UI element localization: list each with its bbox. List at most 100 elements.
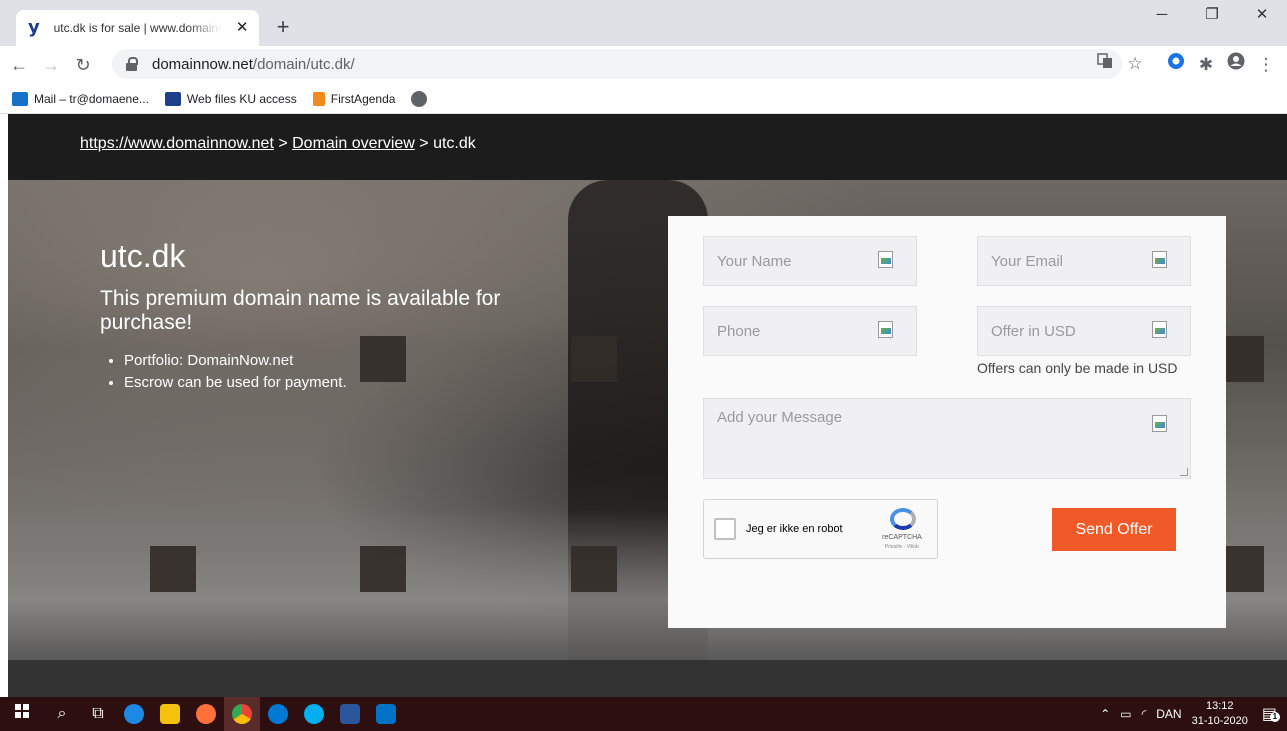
notification-count: 1 bbox=[1269, 712, 1280, 722]
search-icon[interactable]: ⌕ bbox=[44, 697, 80, 731]
decor-square bbox=[360, 336, 406, 382]
hero-bullets: Portfolio: DomainNow.net Escrow can be u… bbox=[124, 350, 347, 394]
browser-toolbar: ← → ↻ domainnow.net/domain/utc.dk/ ☆ ✱ ⋮ bbox=[0, 46, 1287, 84]
offer-currency-note: Offers can only be made in USD bbox=[977, 360, 1178, 376]
minimize-button[interactable]: ─ bbox=[1137, 0, 1187, 32]
domainnow-favicon-icon: y bbox=[28, 17, 40, 38]
message-field[interactable]: Add your Message bbox=[703, 398, 1191, 479]
tab-title: utc.dk is for sale | www.domainnow.net bbox=[53, 21, 222, 35]
file-explorer-icon[interactable] bbox=[152, 697, 188, 731]
skype-business-icon[interactable] bbox=[260, 697, 296, 731]
task-view-icon[interactable]: ⧉ bbox=[80, 697, 116, 731]
language-indicator[interactable]: DAN bbox=[1156, 707, 1181, 721]
back-arrow-icon[interactable]: ← bbox=[6, 52, 32, 78]
firefox-icon[interactable] bbox=[188, 697, 224, 731]
forward-arrow-icon[interactable]: → bbox=[38, 52, 64, 78]
breadcrumb-overview-link[interactable]: Domain overview bbox=[292, 135, 415, 152]
tab-close-icon[interactable]: ✕ bbox=[233, 19, 251, 37]
breadcrumb-current: utc.dk bbox=[433, 135, 476, 152]
profile-avatar-icon[interactable] bbox=[1221, 51, 1251, 79]
translate-icon[interactable] bbox=[1090, 50, 1120, 78]
firstagenda-icon bbox=[312, 91, 325, 106]
recaptcha-links[interactable]: Privatliv - Vilkår bbox=[872, 544, 932, 550]
word-icon[interactable] bbox=[332, 697, 368, 731]
decor-square bbox=[150, 546, 196, 592]
restore-button[interactable]: ❐ bbox=[1187, 0, 1237, 32]
email-field[interactable]: Your Email bbox=[977, 236, 1191, 286]
breadcrumb-separator: > bbox=[414, 135, 434, 152]
outlook-taskbar-icon[interactable] bbox=[368, 697, 404, 731]
bullet-portfolio: Portfolio: DomainNow.net bbox=[124, 350, 347, 372]
ku-icon bbox=[164, 91, 181, 106]
lock-icon[interactable] bbox=[126, 57, 138, 71]
bookmark-ku[interactable]: Web files KU access bbox=[164, 91, 297, 106]
windows-taskbar: ⌕ ⧉ ⌃ ▭ ◜ DAN 13:12 31-10-2020 ▤1 bbox=[0, 697, 1287, 731]
breadcrumb-bar: https://www.domainnow.net > Domain overv… bbox=[8, 114, 1287, 180]
resize-handle[interactable] bbox=[1180, 468, 1188, 476]
url-path: /domain/utc.dk/ bbox=[252, 55, 355, 73]
name-placeholder: Your Name bbox=[717, 252, 792, 270]
broken-image-icon bbox=[878, 251, 894, 269]
tray-expand-icon[interactable]: ⌃ bbox=[1100, 707, 1110, 721]
address-bar[interactable]: domainnow.net/domain/utc.dk/ bbox=[112, 49, 1122, 79]
reload-icon[interactable]: ↻ bbox=[70, 52, 96, 78]
extension-circle-icon[interactable] bbox=[1161, 51, 1191, 79]
outlook-icon bbox=[12, 91, 28, 106]
bookmark-globe[interactable] bbox=[411, 90, 428, 107]
breadcrumb-separator: > bbox=[273, 135, 293, 152]
chrome-icon[interactable] bbox=[224, 697, 260, 731]
clock-date: 31-10-2020 bbox=[1191, 715, 1248, 727]
broken-image-icon bbox=[1152, 251, 1168, 269]
bookmark-label: Web files KU access bbox=[186, 91, 297, 106]
puzzle-extensions-icon[interactable]: ✱ bbox=[1191, 51, 1221, 79]
broken-image-icon bbox=[1152, 321, 1168, 339]
page-bottom-band bbox=[8, 660, 1287, 697]
send-offer-button[interactable]: Send Offer bbox=[1052, 508, 1176, 551]
window-controls: ─ ❐ ✕ bbox=[1137, 0, 1287, 46]
bookmark-label: Mail – tr@domaene... bbox=[34, 91, 149, 106]
hero-subtitle: This premium domain name is available fo… bbox=[100, 287, 501, 334]
recaptcha-checkbox[interactable] bbox=[714, 518, 736, 540]
battery-icon[interactable]: ▭ bbox=[1120, 707, 1131, 721]
offer-field[interactable]: Offer in USD bbox=[977, 306, 1191, 356]
skype-icon[interactable] bbox=[296, 697, 332, 731]
decor-square bbox=[1224, 546, 1264, 592]
bookmark-star-icon[interactable]: ☆ bbox=[1120, 50, 1150, 78]
offer-form: Your Name Your Email Phone Offer in USD … bbox=[668, 216, 1226, 628]
menu-kebab-icon[interactable]: ⋮ bbox=[1251, 51, 1281, 79]
bullet-escrow: Escrow can be used for payment. bbox=[124, 372, 347, 394]
globe-icon bbox=[411, 90, 428, 107]
edge-browser-icon[interactable] bbox=[116, 697, 152, 731]
recaptcha-logo-icon bbox=[890, 508, 916, 530]
name-field[interactable]: Your Name bbox=[703, 236, 917, 286]
email-placeholder: Your Email bbox=[991, 252, 1063, 270]
bookmarks-bar: Mail – tr@domaene... Web files KU access… bbox=[0, 84, 1287, 114]
hero-background: utc.dk This premium domain name is avail… bbox=[8, 180, 1287, 660]
windows-start-icon[interactable] bbox=[0, 697, 44, 731]
new-tab-button[interactable]: + bbox=[270, 15, 296, 41]
breadcrumb-home-link[interactable]: https://www.domainnow.net bbox=[80, 135, 274, 152]
bookmark-firstagenda[interactable]: FirstAgenda bbox=[312, 91, 396, 106]
browser-tab[interactable]: y utc.dk is for sale | www.domainnow.net… bbox=[16, 10, 259, 46]
bookmark-mail[interactable]: Mail – tr@domaene... bbox=[12, 91, 149, 106]
clock[interactable]: 13:12 31-10-2020 bbox=[1192, 699, 1248, 729]
notifications-icon[interactable]: ▤1 bbox=[1262, 704, 1280, 724]
url-host: domainnow.net bbox=[152, 55, 253, 73]
browser-tab-strip: y utc.dk is for sale | www.domainnow.net… bbox=[0, 0, 1287, 46]
phone-field[interactable]: Phone bbox=[703, 306, 917, 356]
system-tray: ⌃ ▭ ◜ DAN 13:12 31-10-2020 ▤1 bbox=[1100, 697, 1287, 731]
broken-image-icon bbox=[878, 321, 894, 339]
decor-square bbox=[571, 336, 617, 382]
offer-placeholder: Offer in USD bbox=[991, 322, 1076, 340]
close-window-button[interactable]: ✕ bbox=[1237, 0, 1287, 32]
clock-time: 13:12 bbox=[1205, 700, 1234, 712]
wifi-icon[interactable]: ◜ bbox=[1142, 707, 1147, 721]
recaptcha-label: Jeg er ikke en robot bbox=[746, 523, 843, 535]
recaptcha-brand: reCAPTCHA bbox=[882, 534, 922, 541]
breadcrumb: https://www.domainnow.net > Domain overv… bbox=[80, 135, 476, 153]
domain-title: utc.dk bbox=[100, 238, 186, 274]
address-bar-actions: ☆ bbox=[1090, 50, 1150, 78]
decor-square bbox=[360, 546, 406, 592]
bookmark-label: FirstAgenda bbox=[330, 91, 396, 106]
message-placeholder: Add your Message bbox=[717, 409, 843, 426]
